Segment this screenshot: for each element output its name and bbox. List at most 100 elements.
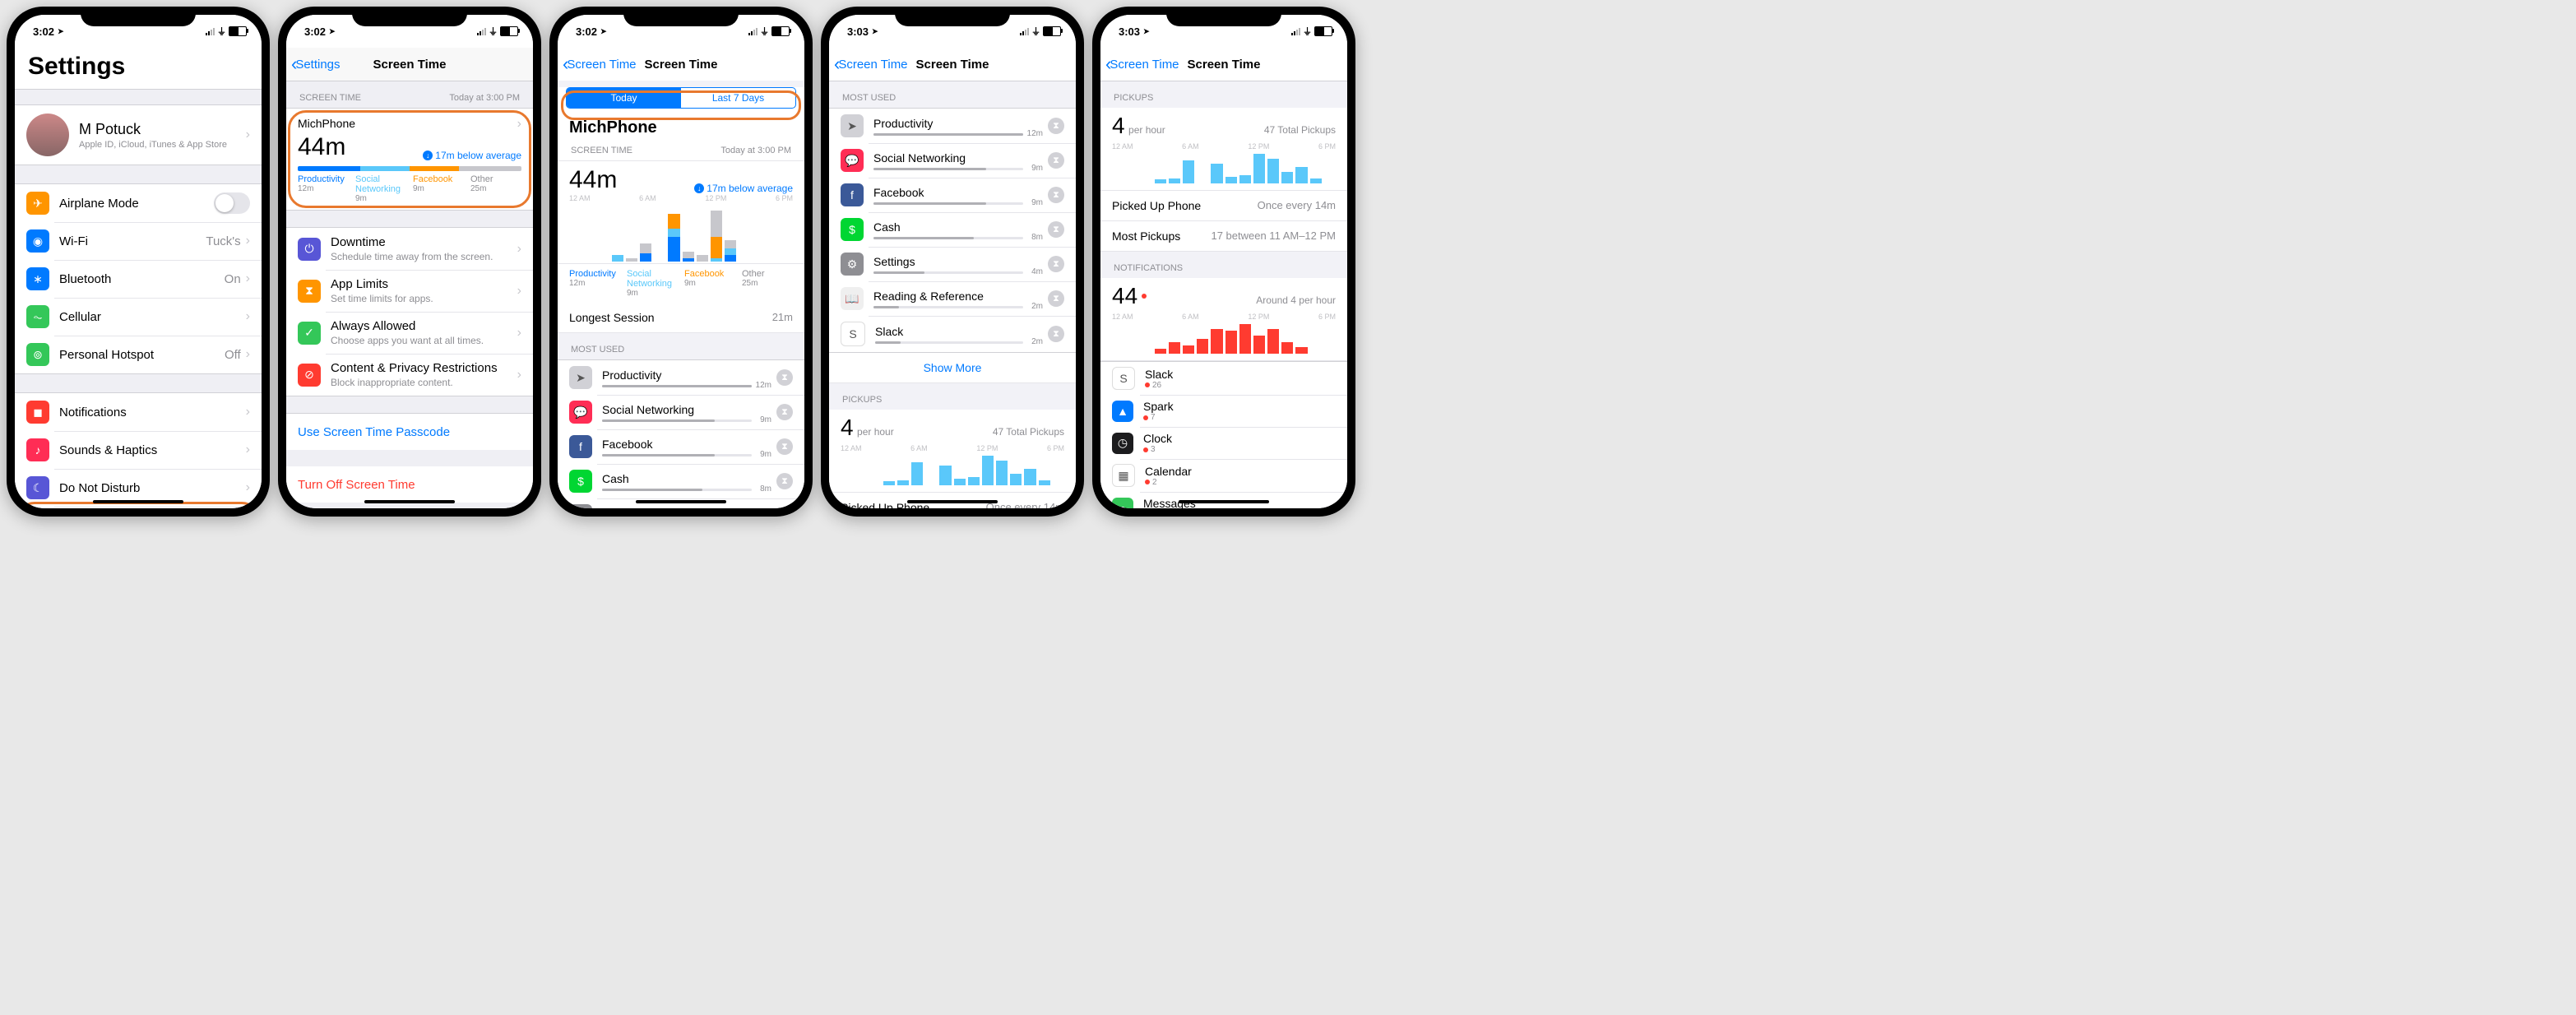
home-indicator[interactable] (907, 500, 998, 503)
settings-list[interactable]: Settings M Potuck Apple ID, iCloud, iTun… (15, 48, 262, 508)
hourglass-icon[interactable]: ⧗ (1048, 187, 1064, 203)
back-button[interactable]: ‹Screen Time (1105, 55, 1179, 73)
content[interactable]: SCREEN TIMEToday at 3:00 PM MichPhone› 4… (286, 81, 533, 508)
notch (352, 7, 467, 26)
notch (81, 7, 196, 26)
longest-session-row[interactable]: Longest Session21m (558, 303, 804, 333)
status-time: 3:02 (33, 25, 54, 38)
battery-icon (1043, 26, 1061, 36)
app-productivity[interactable]: ➤Productivity12m⧗ (829, 109, 1076, 143)
notif-app-spark[interactable]: ▲Spark7 (1100, 395, 1347, 427)
cell-bluetooth[interactable]: ∗ Bluetooth On › (15, 260, 262, 298)
chevron-right-icon: › (246, 271, 250, 286)
home-indicator[interactable] (1179, 500, 1269, 503)
phone-3: 3:02➤ ⏚ ‹Screen Time Screen Time Today L… (549, 7, 813, 517)
hourglass-icon[interactable]: ⧗ (1048, 118, 1064, 134)
app-reading-reference[interactable]: 📖Reading & Reference2m⧗ (829, 281, 1076, 316)
cell-label: Airplane Mode (59, 197, 214, 211)
wifi-icon: ⏚ (1303, 25, 1312, 38)
category: Other25m (742, 269, 793, 298)
home-indicator[interactable] (364, 500, 455, 503)
seg-last7[interactable]: Last 7 Days (681, 88, 795, 108)
app-facebook[interactable]: fFacebook9m⧗ (558, 429, 804, 464)
notif-app-clock[interactable]: ◷Clock3 (1100, 427, 1347, 459)
battery-icon (1314, 26, 1332, 36)
down-arrow-icon: ↓ (694, 183, 704, 193)
hourglass-icon[interactable]: ⧗ (776, 404, 793, 420)
app-productivity[interactable]: ➤Productivity12m⧗ (558, 360, 804, 395)
app-duration: 2m (1031, 337, 1043, 346)
battery-icon (500, 26, 518, 36)
hourglass-icon[interactable]: ⧗ (1048, 290, 1064, 307)
link-1[interactable]: Turn Off Screen Time (286, 466, 533, 503)
cell-wi-fi[interactable]: ◉ Wi-Fi Tuck's › (15, 222, 262, 260)
notif-app-calendar[interactable]: ▦Calendar2 (1100, 459, 1347, 492)
summary-card[interactable]: MichPhone› 44m ↓17m below average Produc… (286, 109, 533, 210)
cell-notifications[interactable]: ◼ Notifications › (15, 393, 262, 431)
toggle[interactable] (214, 192, 250, 214)
app-icon: ⚙ (569, 504, 592, 508)
app-facebook[interactable]: fFacebook9m⧗ (829, 178, 1076, 212)
category-bar (298, 166, 521, 171)
pickups-stat: 4 per hour 47 Total Pickups (1100, 108, 1347, 141)
option-content-privacy-restrictions[interactable]: ⊘Content & Privacy RestrictionsBlock ina… (286, 354, 533, 396)
back-button[interactable]: ‹Screen Time (834, 55, 908, 73)
cell-personal-hotspot[interactable]: ⊚ Personal Hotspot Off › (15, 336, 262, 373)
app-slack[interactable]: SSlack2m⧗ (829, 316, 1076, 352)
app-name: Facebook (873, 186, 1023, 199)
cell-airplane-mode[interactable]: ✈ Airplane Mode (15, 184, 262, 222)
hourglass-icon[interactable]: ⧗ (1048, 152, 1064, 169)
cell-screen-time[interactable]: ⧗ Screen Time › (15, 507, 262, 508)
seg-today[interactable]: Today (567, 88, 681, 108)
back-button[interactable]: ‹Settings (291, 55, 341, 73)
cell-label: Bluetooth (59, 272, 225, 286)
chevron-right-icon: › (246, 405, 250, 419)
notch (623, 7, 739, 26)
home-indicator[interactable] (636, 500, 726, 503)
home-indicator[interactable] (93, 500, 183, 503)
app-duration: 9m (1031, 198, 1043, 207)
hourglass-icon[interactable]: ⧗ (1048, 256, 1064, 272)
hourglass-icon[interactable]: ⧗ (776, 369, 793, 386)
hourglass-icon[interactable]: ⧗ (776, 473, 793, 489)
hourglass-icon[interactable]: ⧗ (1048, 221, 1064, 238)
show-more-button[interactable]: Show More (829, 353, 1076, 383)
segmented-control[interactable]: Today Last 7 Days (566, 87, 796, 109)
stat-row[interactable]: Most Pickups17 between 11 AM–12 PM (1100, 221, 1347, 252)
cell-cellular[interactable]: ⏦ Cellular › (15, 298, 262, 336)
back-button[interactable]: ‹Screen Time (563, 55, 637, 73)
chevron-right-icon: › (517, 284, 521, 299)
app-name: Facebook (602, 438, 752, 451)
app-cash[interactable]: $Cash8m⧗ (558, 464, 804, 498)
app-icon: ▦ (1112, 464, 1135, 487)
notif-app-slack[interactable]: SSlack26 (1100, 362, 1347, 395)
cell-sounds-haptics[interactable]: ♪ Sounds & Haptics › (15, 431, 262, 469)
category: Facebook9m (684, 269, 735, 298)
chevron-right-icon: › (246, 443, 250, 457)
total-time: 44m (298, 133, 345, 161)
chevron-right-icon: › (246, 127, 250, 142)
hourglass-icon[interactable]: ⧗ (776, 438, 793, 455)
link-0[interactable]: Use Screen Time Passcode (286, 414, 533, 450)
notif-dot-icon (1142, 294, 1147, 299)
stat-row[interactable]: Picked Up PhoneOnce every 14m (1100, 191, 1347, 221)
most-used-header: MOST USED (558, 333, 804, 359)
nav-bar: ‹Screen Time Screen Time (558, 48, 804, 81)
app-name: Productivity (873, 117, 1023, 130)
app-cash[interactable]: $Cash8m⧗ (829, 212, 1076, 247)
content[interactable]: MOST USED ➤Productivity12m⧗💬Social Netwo… (829, 81, 1076, 508)
option-title: Downtime (331, 235, 517, 249)
app-social-networking[interactable]: 💬Social Networking9m⧗ (829, 143, 1076, 178)
option-downtime[interactable]: ⏻DowntimeSchedule time away from the scr… (286, 228, 533, 270)
content[interactable]: Today Last 7 Days MichPhone SCREEN TIMET… (558, 81, 804, 508)
app-settings[interactable]: ⚙Settings4m⧗ (829, 247, 1076, 281)
app-social-networking[interactable]: 💬Social Networking9m⧗ (558, 395, 804, 429)
content[interactable]: PICKUPS 4 per hour 47 Total Pickups 12 A… (1100, 81, 1347, 508)
chevron-right-icon: › (517, 242, 521, 257)
category: Social Networking9m (627, 269, 678, 298)
profile-cell[interactable]: M Potuck Apple ID, iCloud, iTunes & App … (15, 105, 262, 165)
pickups-header: PICKUPS (829, 383, 1076, 410)
hourglass-icon[interactable]: ⧗ (1048, 326, 1064, 342)
option-always-allowed[interactable]: ✓Always AllowedChoose apps you want at a… (286, 312, 533, 354)
option-app-limits[interactable]: ⧗App LimitsSet time limits for apps.› (286, 270, 533, 312)
